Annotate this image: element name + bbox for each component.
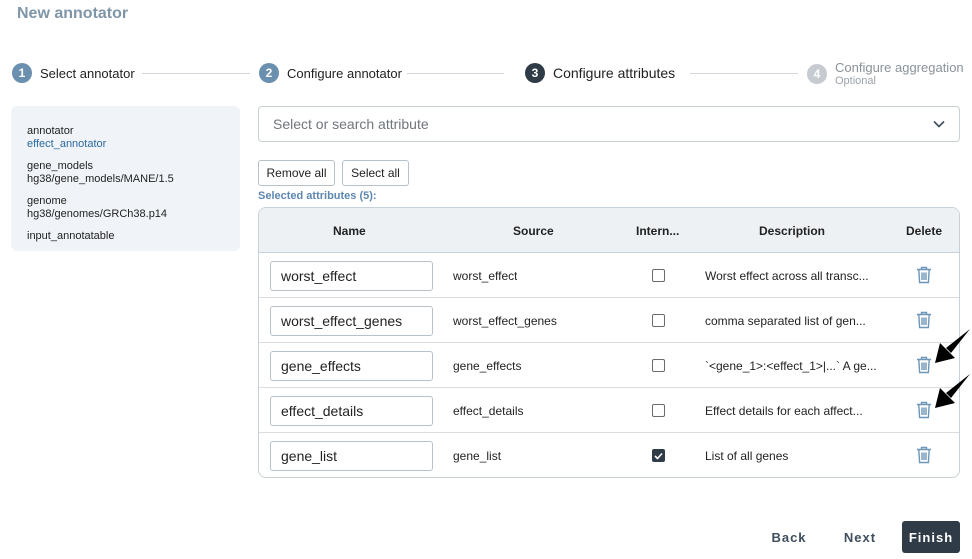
summary-value: hg38/genomes/GRCh38.p14 bbox=[27, 208, 168, 220]
summary-value: hg38/gene_models/MANE/1.5 bbox=[27, 173, 174, 185]
table-header: Name Source Intern... Description Delete bbox=[259, 208, 959, 253]
attribute-name-input[interactable] bbox=[270, 441, 433, 471]
pointer-arrow-icon bbox=[935, 329, 970, 363]
summary-value: effect_annotator bbox=[27, 138, 107, 150]
page-title: New annotator bbox=[17, 5, 129, 22]
attribute-name-input[interactable] bbox=[270, 396, 433, 426]
step-number-badge: 4 bbox=[807, 64, 827, 84]
attribute-source: effect_details bbox=[453, 403, 524, 418]
trash-icon[interactable] bbox=[916, 311, 932, 329]
attribute-name-input[interactable] bbox=[270, 261, 433, 291]
column-header-source: Source bbox=[513, 223, 554, 238]
step-label: Select annotator bbox=[40, 65, 135, 81]
attribute-source: worst_effect_genes bbox=[453, 313, 557, 328]
step-label: Configure attributes bbox=[553, 65, 676, 81]
internal-checkbox[interactable] bbox=[652, 404, 665, 417]
step-label: Configure aggregation bbox=[835, 60, 964, 75]
summary-key: gene_models bbox=[27, 160, 94, 172]
internal-checkbox[interactable] bbox=[652, 269, 665, 282]
attribute-name-input[interactable] bbox=[270, 306, 433, 336]
trash-icon[interactable] bbox=[916, 446, 932, 464]
column-header-description: Description bbox=[759, 223, 826, 238]
attribute-name-input[interactable] bbox=[270, 351, 433, 381]
internal-checkbox[interactable] bbox=[652, 449, 665, 462]
column-header-delete: Delete bbox=[906, 223, 943, 238]
selected-attributes-count: Selected attributes (5): bbox=[258, 190, 377, 202]
attribute-source: worst_effect bbox=[453, 268, 518, 283]
internal-checkbox[interactable] bbox=[652, 359, 665, 372]
step-connector bbox=[407, 73, 504, 74]
step-connector bbox=[142, 73, 250, 74]
remove-all-button[interactable]: Remove all bbox=[258, 160, 335, 186]
step-number-badge: 1 bbox=[12, 63, 32, 83]
step-number-badge: 3 bbox=[525, 63, 545, 83]
step-configure-aggregation[interactable]: 4 Configure aggregation Optional bbox=[807, 61, 964, 87]
summary-key: annotator bbox=[27, 125, 74, 137]
step-label: Configure annotator bbox=[287, 65, 402, 81]
attributes-table: Name Source Intern... Description Delete… bbox=[258, 207, 960, 478]
attribute-description: comma separated list of gen... bbox=[705, 313, 866, 328]
annotator-summary-card: annotator effect_annotator gene_models h… bbox=[11, 106, 240, 251]
column-header-name: Name bbox=[333, 223, 366, 238]
attribute-description: Effect details for each affect... bbox=[705, 403, 863, 418]
table-row: gene_list List of all genes bbox=[259, 433, 959, 477]
step-connector bbox=[690, 73, 798, 74]
step-configure-attributes[interactable]: 3 Configure attributes bbox=[525, 63, 675, 83]
step-number-badge: 2 bbox=[259, 63, 279, 83]
table-row: worst_effect Worst effect across all tra… bbox=[259, 253, 959, 298]
step-select-annotator[interactable]: 1 Select annotator bbox=[12, 63, 135, 83]
table-row: effect_details Effect details for each a… bbox=[259, 388, 959, 433]
back-button[interactable]: Back bbox=[764, 521, 814, 553]
attribute-description: Worst effect across all transc... bbox=[705, 268, 869, 283]
check-icon bbox=[654, 452, 663, 460]
next-button[interactable]: Next bbox=[836, 521, 884, 553]
finish-button[interactable]: Finish bbox=[902, 521, 960, 553]
summary-key: input_annotatable bbox=[27, 230, 115, 242]
step-configure-annotator[interactable]: 2 Configure annotator bbox=[259, 63, 402, 83]
chevron-down-icon[interactable] bbox=[933, 115, 945, 133]
attribute-description: List of all genes bbox=[705, 448, 789, 463]
internal-checkbox[interactable] bbox=[652, 314, 665, 327]
select-all-button[interactable]: Select all bbox=[342, 160, 409, 186]
attribute-source: gene_effects bbox=[453, 358, 522, 373]
trash-icon[interactable] bbox=[916, 401, 932, 419]
attribute-description: `<gene_1>:<effect_1>|...` A ge... bbox=[705, 358, 877, 373]
pointer-arrow-icon bbox=[935, 374, 970, 408]
attribute-search-placeholder: Select or search attribute bbox=[273, 116, 429, 132]
table-row: worst_effect_genes comma separated list … bbox=[259, 298, 959, 343]
table-row: gene_effects `<gene_1>:<effect_1>|...` A… bbox=[259, 343, 959, 388]
trash-icon[interactable] bbox=[916, 266, 932, 284]
attribute-search-select[interactable]: Select or search attribute bbox=[258, 106, 960, 142]
summary-key: genome bbox=[27, 195, 67, 207]
column-header-internal: Intern... bbox=[636, 223, 680, 238]
attribute-source: gene_list bbox=[453, 448, 502, 463]
step-optional-label: Optional bbox=[835, 75, 876, 87]
trash-icon[interactable] bbox=[916, 356, 932, 374]
